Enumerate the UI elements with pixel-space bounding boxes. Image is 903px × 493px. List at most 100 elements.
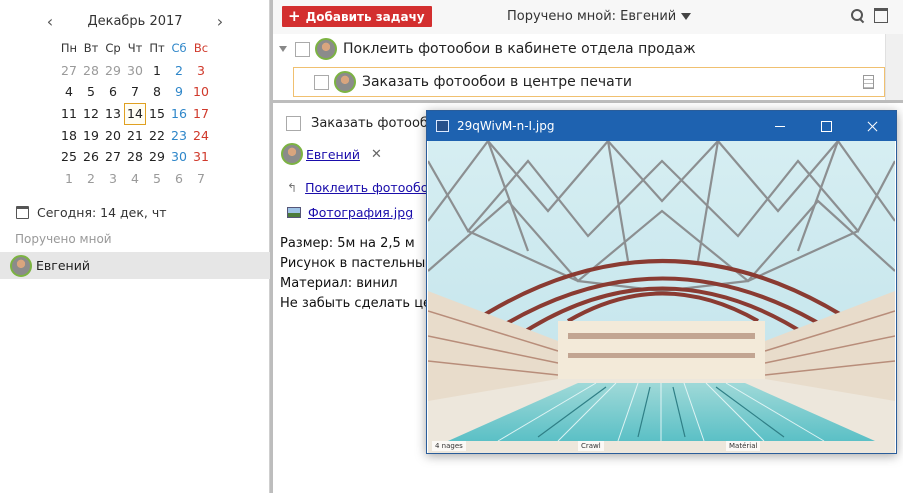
viewer-titlebar[interactable]: 29qWivM-n-I.jpg [427, 111, 896, 141]
calendar-icon [16, 206, 29, 219]
calendar-day-today[interactable]: 14 [124, 103, 146, 125]
calendar-day[interactable]: 29 [146, 146, 168, 168]
calendar-day[interactable]: 20 [102, 125, 124, 147]
attachment-link[interactable]: Фотография.jpg [308, 205, 413, 220]
calendar-day[interactable]: 25 [58, 146, 80, 168]
calendar-grid: Пн Вт Ср Чт Пт Сб Вс 27 28 29 30 1 2 3 4 5 6 7 8 9 10 11 12 13 1… [58, 38, 212, 190]
note-line: Размер: 5м на 2,5 м [280, 236, 415, 251]
task-list-scrollbar[interactable] [885, 34, 903, 100]
photo-caption: 4 nages [432, 441, 466, 451]
calendar-next-button[interactable]: › [210, 12, 230, 32]
calendar-day[interactable]: 1 [58, 168, 80, 190]
task-title: Заказать фотообои в центре печати [362, 74, 633, 90]
plus-icon: + [288, 7, 301, 25]
close-button[interactable] [849, 111, 895, 141]
calendar-day[interactable]: 21 [124, 125, 146, 147]
calendar-day[interactable]: 30 [124, 60, 146, 82]
calendar-day[interactable]: 18 [58, 125, 80, 147]
calendar-day[interactable]: 28 [80, 60, 102, 82]
calendar-day[interactable]: 24 [190, 125, 212, 147]
calendar-day[interactable]: 27 [102, 146, 124, 168]
calendar-weekday: Чт [127, 41, 143, 55]
calendar-day[interactable]: 1 [146, 60, 168, 82]
chevron-down-icon [681, 13, 692, 20]
calendar-day[interactable]: 22 [146, 125, 168, 147]
calendar-day[interactable]: 5 [80, 81, 102, 103]
filter-dropdown[interactable]: Поручено мной: Евгений [507, 9, 692, 24]
calendar-day[interactable]: 7 [190, 168, 212, 190]
add-task-label: Добавить задачу [305, 9, 425, 24]
viewer-title: 29qWivM-n-I.jpg [457, 119, 555, 133]
calendar-day[interactable]: 7 [124, 81, 146, 103]
avatar [334, 71, 356, 93]
calendar-day[interactable]: 6 [102, 81, 124, 103]
assignee-row: Евгений ✕ [281, 143, 382, 165]
avatar [10, 254, 32, 277]
note-line: Материал: винил [280, 276, 398, 291]
sidebar-user-name: Евгений [36, 258, 90, 273]
toolbar: + Добавить задачу Поручено мной: Евгений [273, 0, 903, 34]
photo-caption: Matérial [726, 441, 761, 451]
task-checkbox[interactable] [314, 74, 329, 90]
attachment-row: Фотография.jpg [287, 205, 413, 220]
calendar-day[interactable]: 2 [80, 168, 102, 190]
sidebar-item-user[interactable]: Евгений [0, 252, 270, 279]
today-row[interactable]: Сегодня: 14 дек, чт [16, 205, 167, 220]
parent-task-link-row: ↰ Поклеить фотообои [287, 180, 436, 195]
calendar-month-title: Декабрь 2017 [87, 14, 183, 29]
avatar [315, 38, 337, 60]
task-row-child[interactable]: Заказать фотообои в центре печати [293, 67, 885, 97]
task-title: Поклеить фотообои в кабинете отдела прод… [343, 41, 696, 57]
calendar-day[interactable]: 27 [58, 60, 80, 82]
photo-caption: Crawl [578, 441, 604, 451]
calendar-day[interactable]: 6 [168, 168, 190, 190]
calendar-weekday: Вс [193, 41, 209, 55]
calendar-day[interactable]: 29 [102, 60, 124, 82]
calendar-day[interactable]: 12 [80, 103, 102, 125]
search-icon[interactable] [851, 9, 865, 23]
parent-task-link[interactable]: Поклеить фотообои [305, 180, 436, 195]
calendar-day[interactable]: 2 [168, 60, 190, 82]
task-checkbox[interactable] [295, 41, 310, 57]
calendar-day[interactable]: 10 [190, 81, 212, 103]
calendar-day[interactable]: 28 [124, 146, 146, 168]
section-label-assigned-by-me: Поручено мной [15, 232, 112, 246]
calendar-day[interactable]: 31 [190, 146, 212, 168]
calendar-day[interactable]: 19 [80, 125, 102, 147]
expand-caret-icon[interactable] [279, 46, 287, 52]
calendar-day[interactable]: 8 [146, 81, 168, 103]
calendar-day[interactable]: 3 [190, 60, 212, 82]
avatar [281, 143, 303, 165]
task-row-parent[interactable]: Поклеить фотообои в кабинете отдела прод… [273, 34, 885, 64]
minimize-button[interactable] [757, 111, 803, 141]
calendar-day[interactable]: 4 [124, 168, 146, 190]
calendar-day[interactable]: 4 [58, 81, 80, 103]
calendar-day[interactable]: 17 [190, 103, 212, 125]
calendar-day[interactable]: 9 [168, 81, 190, 103]
detail-checkbox[interactable] [286, 116, 301, 131]
calendar-day[interactable]: 11 [58, 103, 80, 125]
viewer-photo: 4 nages Crawl Matérial [428, 141, 895, 453]
assignee-link[interactable]: Евгений [306, 147, 360, 162]
calendar-icon[interactable] [874, 8, 888, 23]
add-task-button[interactable]: + Добавить задачу [282, 6, 432, 27]
maximize-button[interactable] [803, 111, 849, 141]
calendar-prev-button[interactable]: ‹ [40, 12, 60, 32]
calendar-day[interactable]: 23 [168, 125, 190, 147]
calendar-weekday: Вт [83, 41, 99, 55]
task-notes[interactable]: Размер: 5м на 2,5 м Рисунок в пастельны … [280, 234, 431, 314]
note-icon [863, 75, 874, 89]
calendar-day[interactable]: 3 [102, 168, 124, 190]
calendar-day[interactable]: 5 [146, 168, 168, 190]
remove-assignee-icon[interactable]: ✕ [371, 147, 382, 162]
detail-title-row: Заказать фотообои [286, 116, 444, 131]
calendar-day[interactable]: 16 [168, 103, 190, 125]
detail-title[interactable]: Заказать фотообои [311, 116, 444, 131]
calendar-day[interactable]: 15 [146, 103, 168, 125]
calendar-day[interactable]: 13 [102, 103, 124, 125]
image-viewer-window: 29qWivM-n-I.jpg 4 nages Crawl Matérial [426, 110, 897, 454]
image-file-icon [287, 207, 301, 218]
calendar-day[interactable]: 26 [80, 146, 102, 168]
filter-label: Поручено мной: Евгений [507, 9, 677, 24]
calendar-day[interactable]: 30 [168, 146, 190, 168]
